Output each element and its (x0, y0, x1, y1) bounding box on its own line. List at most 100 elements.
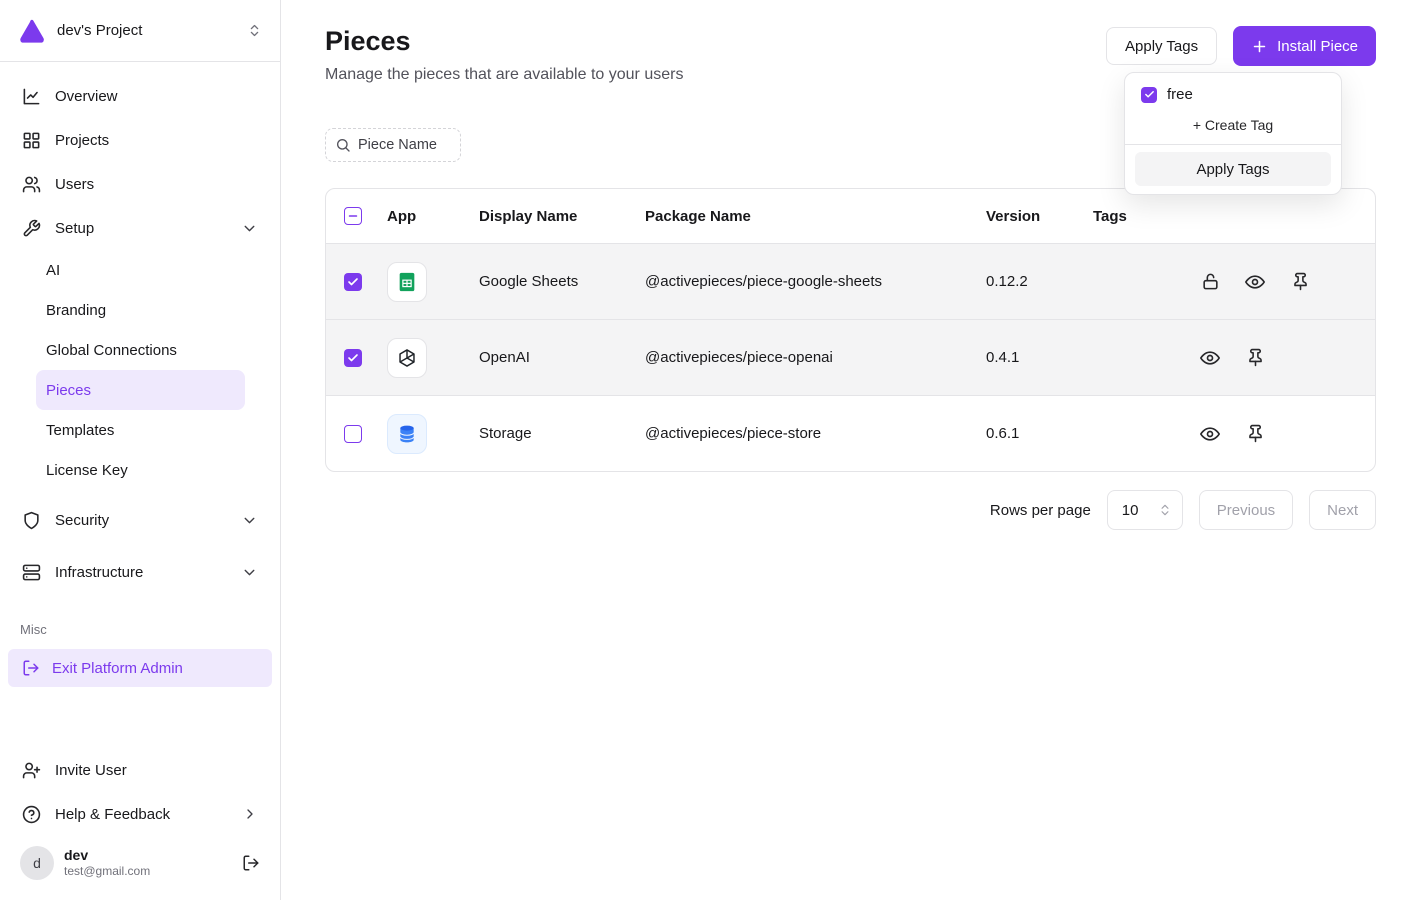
sidebar-item-templates[interactable]: Templates (36, 410, 245, 450)
sidebar-bottom: Invite User Help & Feedback d dev test@g… (0, 748, 280, 900)
sidebar-item-overview[interactable]: Overview (12, 74, 268, 118)
tag-checkbox[interactable] (1141, 87, 1157, 103)
sidebar-item-label: Projects (55, 132, 109, 149)
rows-per-page-label: Rows per page (990, 502, 1091, 519)
avatar: d (20, 846, 54, 880)
sidebar-item-branding[interactable]: Branding (36, 290, 245, 330)
sidebar-item-label: AI (46, 262, 60, 279)
sidebar-item-users[interactable]: Users (12, 162, 268, 206)
openai-icon[interactable] (387, 338, 427, 378)
page-subtitle: Manage the pieces that are available to … (325, 66, 683, 84)
page-title: Pieces (325, 26, 683, 57)
piece-display-name: OpenAI (473, 349, 639, 366)
apply-tags-button[interactable]: Apply Tags (1106, 27, 1217, 65)
users-icon (22, 175, 41, 194)
install-piece-label: Install Piece (1277, 38, 1358, 55)
piece-display-name: Storage (473, 425, 639, 442)
piece-version: 0.12.2 (980, 273, 1087, 290)
project-selector[interactable]: dev's Project (0, 0, 280, 62)
shield-icon (22, 511, 41, 530)
previous-page-button[interactable]: Previous (1199, 490, 1293, 530)
sidebar-item-security[interactable]: Security (12, 498, 268, 542)
sidebar-item-label: Security (55, 512, 109, 529)
exit-platform-admin-button[interactable]: Exit Platform Admin (8, 649, 272, 687)
row-checkbox[interactable] (344, 273, 362, 291)
table-row[interactable]: Storage @activepieces/piece-store 0.6.1 (326, 395, 1375, 471)
row-checkbox[interactable] (344, 425, 362, 443)
wrench-icon (22, 219, 41, 238)
sidebar-nav: Overview Projects Users Setup AI Brandin… (0, 62, 280, 594)
sidebar-item-label: Setup (55, 220, 94, 237)
sidebar-item-label: Global Connections (46, 342, 177, 359)
invite-user-button[interactable]: Invite User (12, 748, 268, 792)
user-profile[interactable]: d dev test@gmail.com (12, 836, 268, 892)
pagination: Rows per page 10 Previous Next (325, 490, 1376, 530)
create-tag-button[interactable]: + Create Tag (1133, 108, 1333, 144)
column-header-package-name: Package Name (639, 208, 980, 225)
select-all-checkbox[interactable] (344, 207, 362, 225)
chevrons-up-down-icon (1158, 503, 1172, 517)
column-header-display-name: Display Name (473, 208, 639, 225)
sidebar-item-ai[interactable]: AI (36, 250, 245, 290)
apply-tags-popover: free + Create Tag Apply Tags (1124, 72, 1342, 195)
pin-icon[interactable] (1237, 340, 1273, 376)
column-header-tags: Tags (1087, 208, 1186, 225)
popover-apply-tags-button[interactable]: Apply Tags (1135, 152, 1331, 186)
misc-section-label: Misc (0, 622, 280, 637)
piece-name-search-input[interactable] (325, 128, 461, 162)
header-actions: Apply Tags Install Piece (1106, 26, 1376, 66)
google-sheets-icon[interactable] (387, 262, 427, 302)
tag-option-free[interactable]: free (1133, 81, 1333, 108)
eye-icon[interactable] (1192, 416, 1228, 452)
table-row[interactable]: Google Sheets @activepieces/piece-google… (326, 243, 1375, 319)
piece-package-name: @activepieces/piece-openai (639, 349, 980, 366)
sidebar-item-license-key[interactable]: License Key (36, 450, 245, 490)
sidebar-item-label: Pieces (46, 382, 91, 399)
sidebar-item-projects[interactable]: Projects (12, 118, 268, 162)
chevrons-up-down-icon (247, 23, 262, 38)
tag-label: free (1167, 86, 1193, 103)
user-plus-icon (22, 761, 41, 780)
user-info: dev test@gmail.com (64, 847, 150, 880)
piece-package-name: @activepieces/piece-google-sheets (639, 273, 980, 290)
row-checkbox[interactable] (344, 349, 362, 367)
help-feedback-label: Help & Feedback (55, 806, 170, 823)
user-email: test@gmail.com (64, 864, 150, 879)
help-feedback-button[interactable]: Help & Feedback (12, 792, 268, 836)
exit-platform-admin-label: Exit Platform Admin (52, 660, 183, 677)
pin-icon[interactable] (1282, 264, 1318, 300)
user-name: dev (64, 847, 150, 865)
storage-icon[interactable] (387, 414, 427, 454)
eye-icon[interactable] (1237, 264, 1273, 300)
invite-user-label: Invite User (55, 762, 127, 779)
next-page-button[interactable]: Next (1309, 490, 1376, 530)
column-header-version: Version (980, 208, 1087, 225)
piece-search (325, 128, 461, 162)
pin-icon[interactable] (1237, 416, 1273, 452)
sidebar-item-infrastructure[interactable]: Infrastructure (12, 550, 268, 594)
eye-icon[interactable] (1192, 340, 1228, 376)
rows-per-page-select[interactable]: 10 (1107, 490, 1183, 530)
sidebar-item-label: Users (55, 176, 94, 193)
piece-package-name: @activepieces/piece-store (639, 425, 980, 442)
sidebar-item-pieces[interactable]: Pieces (36, 370, 245, 410)
logout-icon (22, 659, 40, 677)
chevron-down-icon (241, 512, 258, 529)
install-piece-button[interactable]: Install Piece (1233, 26, 1376, 66)
help-circle-icon (22, 805, 41, 824)
sidebar-item-setup[interactable]: Setup (12, 206, 268, 250)
rows-per-page-value: 10 (1122, 502, 1139, 519)
column-header-app: App (380, 208, 473, 225)
project-name: dev's Project (57, 22, 247, 39)
lock-icon[interactable] (1192, 264, 1228, 300)
sidebar-item-global-connections[interactable]: Global Connections (36, 330, 245, 370)
plus-icon (1251, 38, 1268, 55)
sidebar-item-label: License Key (46, 462, 128, 479)
table-row[interactable]: OpenAI @activepieces/piece-openai 0.4.1 (326, 319, 1375, 395)
piece-display-name: Google Sheets (473, 273, 639, 290)
sidebar: dev's Project Overview Projects Users Se… (0, 0, 281, 900)
popover-divider (1125, 144, 1341, 145)
sign-out-icon[interactable] (242, 854, 260, 872)
sidebar-item-label: Branding (46, 302, 106, 319)
page-title-block: Pieces Manage the pieces that are availa… (325, 26, 683, 84)
